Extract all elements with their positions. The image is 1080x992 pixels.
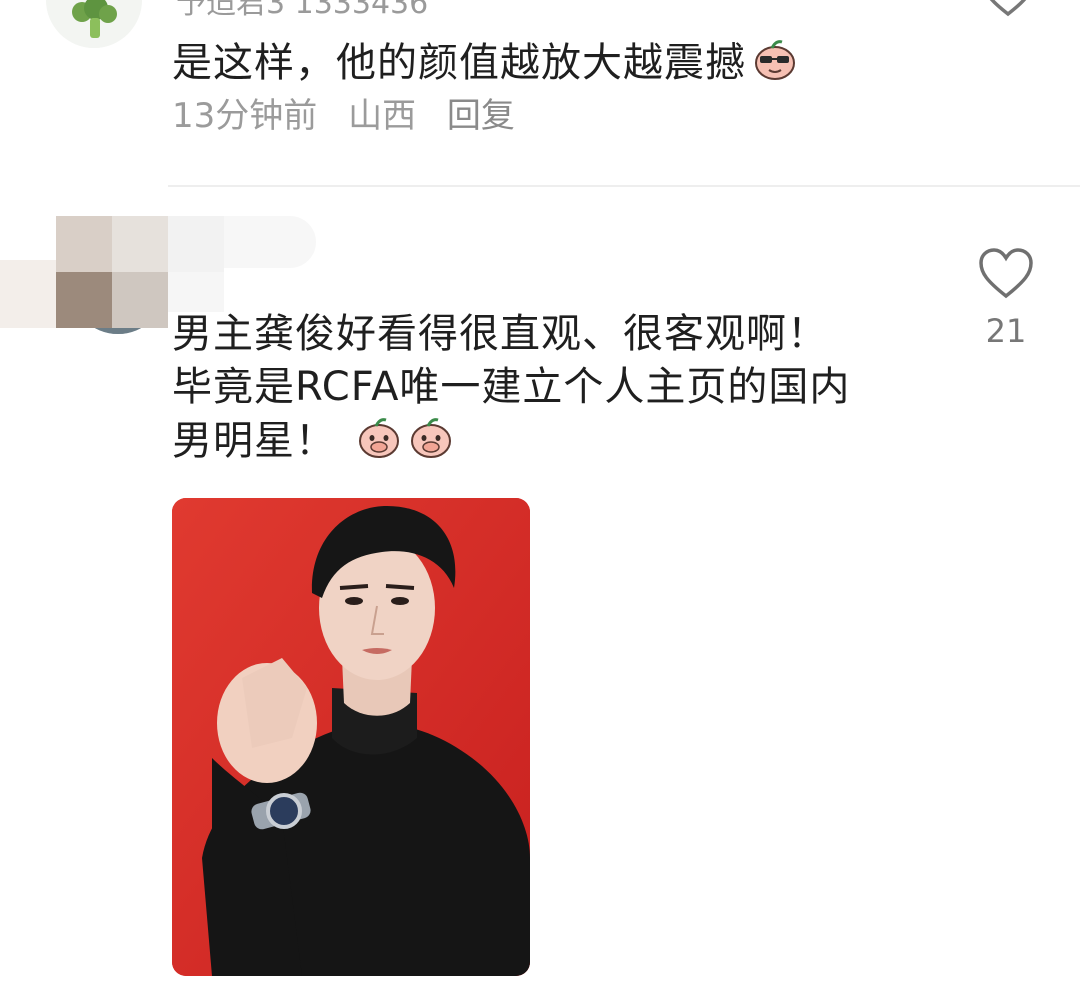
like-count: 21 [985,312,1027,350]
like-button[interactable] [980,0,1036,22]
comment-text-content: 是这样，他的颜值越放大越震撼 [172,40,746,86]
comment-line: 毕竟是RCFA唯一建立个人主页的国内 [172,364,851,410]
heart-icon [979,248,1033,299]
comment-line: 男明星！ [172,418,336,464]
divider [168,185,1080,187]
comment-time: 13分钟前 [172,96,318,136]
comment-text: 男主龚俊好看得很直观、很客观啊！ 毕竟是RCFA唯一建立个人主页的国内 男明星！ [172,308,932,468]
heart-icon [989,0,1027,17]
comment-line: 男主龚俊好看得很直观、很客观啊！ [172,311,828,357]
comment-line-with-emoji: 男明星！ [172,414,932,468]
comment-attached-photo[interactable] [172,498,530,976]
broccoli-avatar-icon [46,0,142,48]
like-button[interactable] [976,246,1036,302]
user-avatar[interactable] [46,0,142,48]
portrait-photo-image [172,498,530,976]
peach-cover-mouth-emoji-icon [358,418,399,458]
peach-cover-mouth-emoji-icon [410,418,451,458]
reply-button[interactable]: 回复 [447,96,515,136]
sunglasses-peach-emoji-icon [755,40,795,80]
comment-meta: 13分钟前 山西 回复 [172,94,535,138]
username[interactable]: 予迢君3 1333436 [176,0,428,22]
comment-location: 山西 [348,96,417,136]
comment-text: 是这样，他的颜值越放大越震撼 [172,36,798,89]
